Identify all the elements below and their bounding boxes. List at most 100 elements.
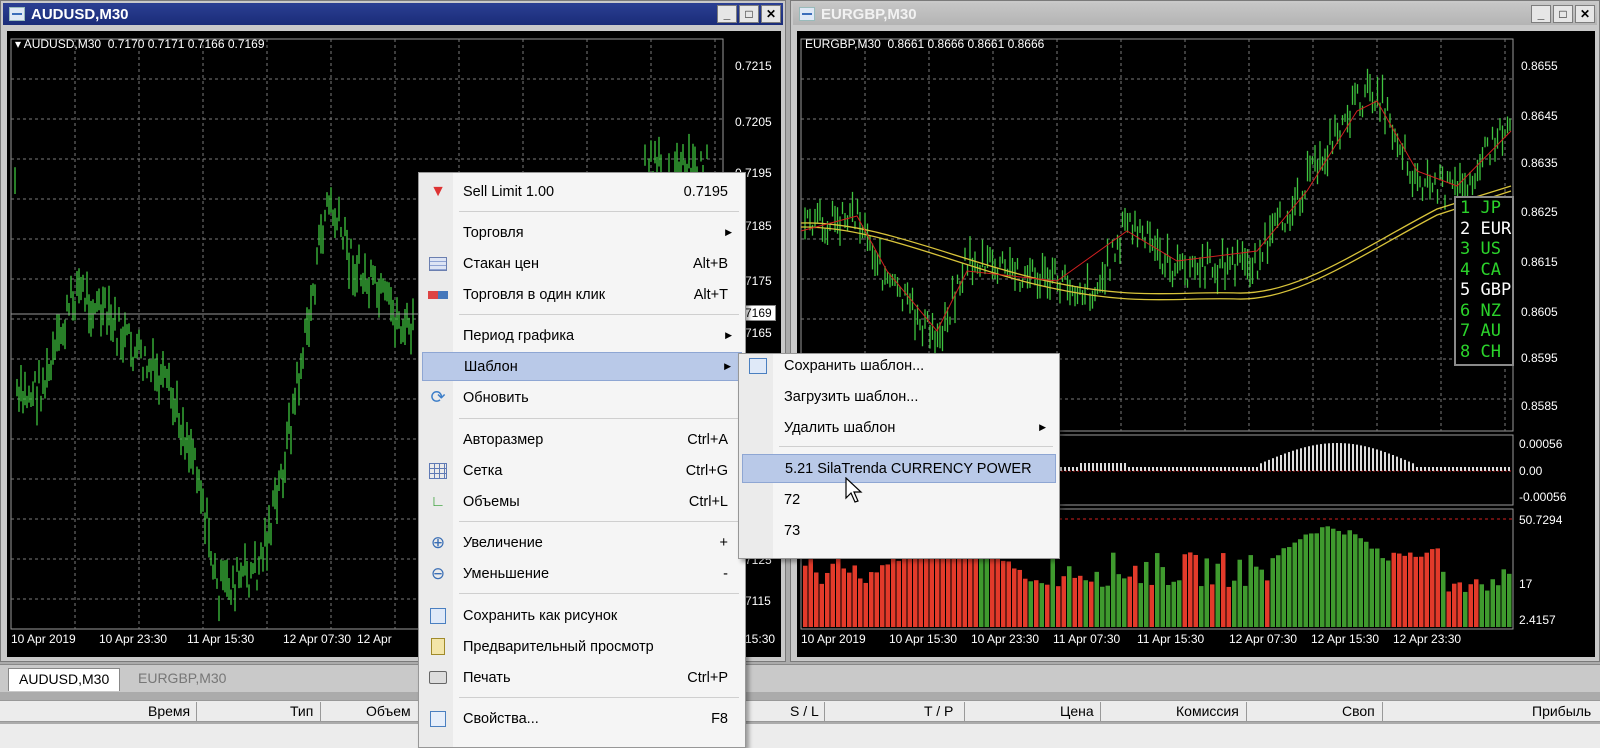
close-button[interactable]: ✕: [761, 5, 781, 23]
menu-item[interactable]: ⟳ Обновить: [422, 383, 742, 412]
menu-item[interactable]: Торговля в один клик Alt+T: [422, 280, 742, 309]
histogram-bar: [1089, 581, 1094, 627]
chart-context-menu: ▼ Sell Limit 1.00 0.7195 Торговля ▶ Стакан це…: [418, 172, 746, 748]
menu-item[interactable]: 5.21 SilaTrenda CURRENCY POWER: [742, 454, 1056, 483]
histogram-bar: [1320, 527, 1325, 627]
histogram-bar: [1358, 538, 1363, 627]
histogram-bar: [1380, 558, 1385, 627]
column-commission[interactable]: Комиссия: [1176, 703, 1239, 719]
price-tick-label: 0.8645: [1521, 109, 1558, 123]
currency-rank-item: 6 NZ: [1460, 300, 1501, 321]
column-profit[interactable]: Прибыль: [1532, 703, 1591, 719]
histogram-bar: [1067, 566, 1072, 627]
menu-item[interactable]: ▼ Sell Limit 1.00 0.7195: [422, 177, 742, 206]
histogram-bar: [1435, 548, 1440, 627]
histogram-bar: [1193, 554, 1198, 627]
menu-item-label: Период графика: [463, 327, 575, 344]
histogram-bar: [1061, 576, 1066, 627]
histogram-bar: [1353, 534, 1358, 627]
histogram-bar: [1474, 579, 1479, 627]
menu-item[interactable]: Сохранить шаблон...: [742, 351, 1056, 380]
menu-item-label: Увеличение: [463, 534, 543, 551]
minimize-button[interactable]: _: [1531, 5, 1551, 23]
minimize-button[interactable]: _: [717, 5, 737, 23]
column-price[interactable]: Цена: [1060, 703, 1094, 719]
tab-audusd[interactable]: AUDUSD,M30: [8, 668, 121, 691]
menu-item[interactable]: Удалить шаблон ▶: [742, 413, 1056, 442]
histogram-bar: [1287, 547, 1292, 627]
menu-item[interactable]: 73: [742, 516, 1056, 545]
menu-item-label: Авторазмер: [463, 431, 544, 448]
histogram-bar: [1034, 580, 1039, 627]
maximize-button[interactable]: □: [1553, 5, 1573, 23]
histogram-bar: [1430, 549, 1435, 627]
histogram-bar: [1479, 584, 1484, 627]
histogram-bar: [1210, 584, 1215, 627]
histogram-bar: [1160, 567, 1165, 627]
menu-item[interactable]: Сохранить как рисунок: [422, 601, 742, 630]
tab-eurgbp[interactable]: EURGBP,M30: [128, 668, 236, 691]
menu-item-label: Торговля в один клик: [463, 286, 606, 303]
menu-item-shortcut: Ctrl+A: [687, 431, 728, 448]
histogram-bar: [1446, 591, 1451, 627]
menu-item[interactable]: Загрузить шаблон...: [742, 382, 1056, 411]
histogram-bar: [885, 564, 890, 627]
menu-item[interactable]: Свойства... F8: [422, 704, 742, 733]
histogram-bar: [1463, 591, 1468, 627]
menu-item[interactable]: Стакан цен Alt+B: [422, 249, 742, 278]
histogram-bar: [1419, 556, 1424, 627]
histogram-bar: [1171, 581, 1176, 627]
histogram-bar: [1072, 577, 1077, 627]
time-tick-label: 10 Apr 23:30: [971, 632, 1040, 646]
histogram-bar: [1039, 583, 1044, 627]
sell-limit-icon: ▼: [430, 182, 446, 200]
time-tick-label: 12 Apr: [357, 632, 392, 646]
column-type[interactable]: Тип: [290, 703, 313, 719]
histogram-bar: [1050, 556, 1055, 627]
time-tick-label: 11 Apr 15:30: [187, 632, 255, 646]
close-button[interactable]: ✕: [1575, 5, 1595, 23]
histogram-bar: [1490, 579, 1495, 627]
window-titlebar[interactable]: EURGBP,M30 _ □ ✕: [793, 3, 1597, 25]
histogram-bar: [819, 583, 824, 627]
terminal-column-header: Время Тип Объем S / L T / P Цена Комисси…: [0, 700, 1600, 722]
chart-header: ▾ AUDUSD,M30 0.7170 0.7171 0.7166 0.7169: [15, 37, 265, 51]
column-time[interactable]: Время: [148, 703, 190, 719]
price-tick-label: 0.8605: [1521, 305, 1558, 319]
menu-item[interactable]: 72: [742, 485, 1056, 514]
histogram-bar: [1501, 569, 1506, 627]
menu-item[interactable]: ⊕ Увеличение +: [422, 528, 742, 557]
menu-item[interactable]: Сетка Ctrl+G: [422, 456, 742, 485]
column-volume[interactable]: Объем: [366, 703, 411, 719]
histogram-bar: [1298, 539, 1303, 627]
menu-item[interactable]: Период графика ▶: [422, 321, 742, 350]
histogram-bar: [1116, 574, 1121, 627]
menu-item-label: Удалить шаблон: [784, 419, 896, 436]
menu-item[interactable]: Авторазмер Ctrl+A: [422, 425, 742, 454]
histogram-bar: [1226, 586, 1231, 627]
menu-item[interactable]: Торговля ▶: [422, 218, 742, 247]
time-tick-label: 11 Apr 07:30: [1053, 632, 1121, 646]
histogram-bar: [1485, 590, 1490, 627]
menu-item[interactable]: ∟ Объемы Ctrl+L: [422, 487, 742, 516]
histogram-bar: [1243, 585, 1248, 627]
histogram-bar: [880, 565, 885, 627]
histogram-bar: [814, 572, 819, 627]
column-swap[interactable]: Своп: [1342, 703, 1375, 719]
histogram-bar: [1078, 575, 1083, 627]
histogram-bar: [1303, 534, 1308, 627]
currency-rank-item: 5 GBP: [1460, 280, 1512, 300]
histogram-bar: [1397, 553, 1402, 627]
maximize-button[interactable]: □: [739, 5, 759, 23]
menu-item[interactable]: ⊖ Уменьшение -: [422, 559, 742, 588]
price-tick-label: 0.8595: [1521, 351, 1558, 365]
indicator-tick-label: 17: [1519, 577, 1533, 591]
menu-item[interactable]: Печать Ctrl+P: [422, 663, 742, 692]
menu-item[interactable]: Шаблон ▶: [422, 352, 742, 381]
save-template-icon: [746, 355, 770, 377]
column-tp[interactable]: T / P: [924, 703, 953, 719]
menu-item[interactable]: Предварительный просмотр: [422, 632, 742, 661]
depth-of-market-icon: [426, 253, 450, 275]
window-titlebar[interactable]: AUDUSD,M30 _ □ ✕: [3, 3, 783, 25]
column-sl[interactable]: S / L: [790, 703, 819, 719]
